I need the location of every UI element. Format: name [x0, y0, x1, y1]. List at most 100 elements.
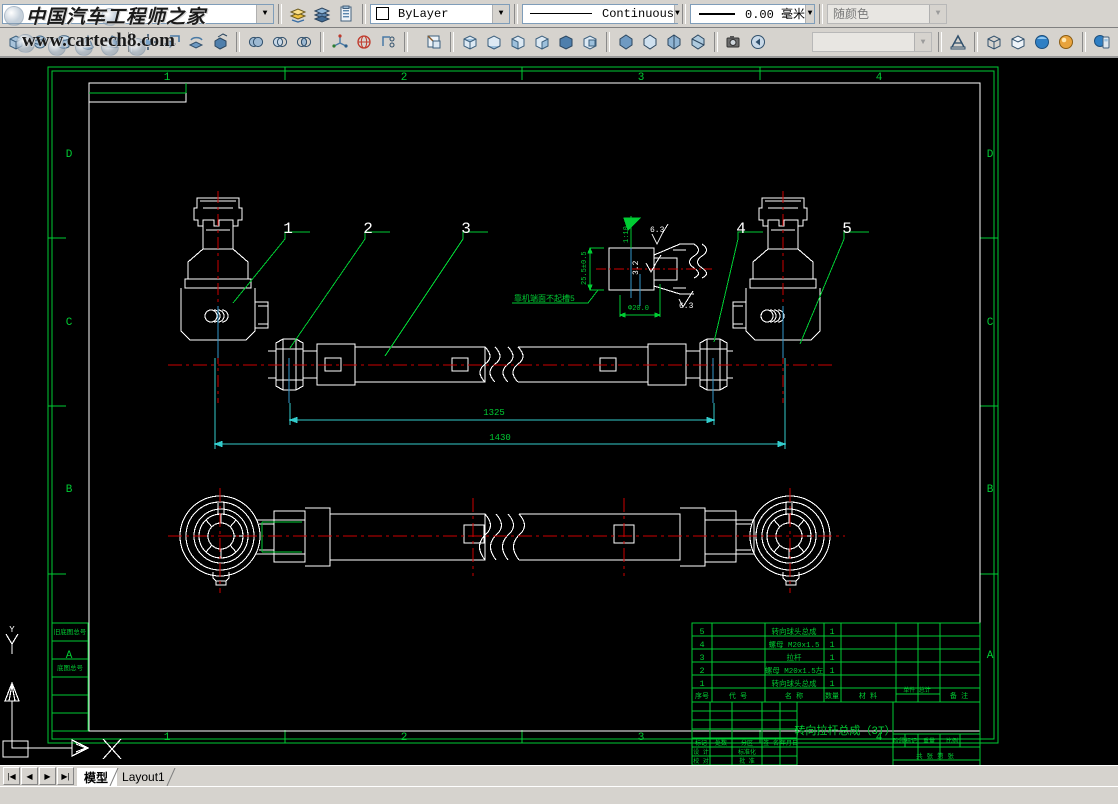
- tb-stage-label: 阶段标记: [893, 737, 917, 745]
- chevron-down-icon[interactable]: ▼: [256, 5, 273, 23]
- back-view-icon[interactable]: [579, 31, 601, 53]
- svg-text:A: A: [987, 650, 994, 662]
- bom-col-header: 代 号: [729, 691, 747, 701]
- toolbar-separator: [514, 4, 518, 24]
- bom-col-header: 序号: [695, 691, 709, 701]
- toolbar-separator: [404, 32, 408, 52]
- bom-col-header: 名 称: [785, 691, 803, 701]
- named-views-icon[interactable]: [423, 31, 445, 53]
- callout-label-4: 4: [736, 220, 746, 238]
- dim-taper: 1:10: [623, 226, 631, 243]
- callout-label-1: 1: [283, 220, 293, 238]
- layer-control-combo[interactable]: ▼: [2, 4, 274, 24]
- drawing-canvas[interactable]: 12 34 12 34 DC BA DC BA: [0, 58, 1118, 765]
- se-iso-icon[interactable]: [639, 31, 661, 53]
- wedge-icon[interactable]: [101, 31, 123, 53]
- toolbar-properties: ▼: [0, 0, 1118, 28]
- tb-sign-label: 设 计: [693, 748, 709, 756]
- 3d-wireframe-icon[interactable]: [983, 31, 1005, 53]
- chevron-down-icon[interactable]: ▼: [929, 5, 946, 23]
- tb-sign-label: 批 准: [739, 757, 755, 765]
- intersect-icon[interactable]: [293, 31, 315, 53]
- right-view-icon[interactable]: [531, 31, 553, 53]
- bottom-view-icon[interactable]: [483, 31, 505, 53]
- tab-model[interactable]: 模型: [77, 768, 117, 786]
- status-bar: [0, 786, 1118, 804]
- lineweight-preview-icon: [699, 13, 735, 15]
- ucs-world-icon[interactable]: [353, 31, 375, 53]
- text-style-icon[interactable]: [947, 31, 969, 53]
- left-margin-table: [52, 623, 88, 731]
- tab-layout1-label: Layout1: [122, 770, 165, 784]
- dim-diameter: Φ20.0: [628, 305, 649, 313]
- layer-color-combo[interactable]: ByLayer ▼: [370, 4, 510, 24]
- sw-iso-icon[interactable]: [615, 31, 637, 53]
- render-icon[interactable]: [1091, 31, 1113, 53]
- top-view-icon[interactable]: [459, 31, 481, 53]
- chevron-down-icon[interactable]: ▼: [674, 5, 680, 23]
- sphere-icon[interactable]: [29, 31, 51, 53]
- toolbar-separator: [362, 4, 366, 24]
- cylinder-icon[interactable]: [53, 31, 75, 53]
- svg-text:D: D: [987, 149, 994, 161]
- last-tab-icon[interactable]: ▶|: [57, 767, 74, 785]
- toolbar-separator: [938, 32, 942, 52]
- bom-row-name: 螺母 M20x1.5: [768, 639, 820, 650]
- linetype-combo[interactable]: Continuous ▼: [522, 4, 678, 24]
- chevron-down-icon[interactable]: ▼: [492, 5, 509, 23]
- left-view-icon[interactable]: [507, 31, 529, 53]
- finish-6-3-bottom: 6.3: [679, 302, 694, 311]
- tab-nav-buttons: |◀ ◀ ▶ ▶|: [3, 767, 75, 785]
- bom-row-name: 拉杆: [787, 652, 802, 663]
- ucs-manage-icon[interactable]: [377, 31, 399, 53]
- box-icon[interactable]: [5, 31, 27, 53]
- ucs-y-axis-label: Y: [9, 625, 15, 635]
- tb-col-label: 分区: [741, 739, 753, 747]
- svg-text:A: A: [66, 650, 73, 662]
- ucs-icon[interactable]: [329, 31, 351, 53]
- toolbar-separator: [128, 32, 132, 52]
- extrude-icon[interactable]: [209, 31, 231, 53]
- bom-row-qty: 1: [829, 627, 834, 637]
- tb-sheet-label: 共 张 第 张: [916, 751, 954, 760]
- left-ball-joint: [181, 198, 268, 340]
- camera-icon[interactable]: [723, 31, 745, 53]
- prev-view-icon[interactable]: [747, 31, 769, 53]
- chevron-down-icon[interactable]: ▼: [805, 5, 814, 23]
- lineweight-value: 0.00 毫米: [740, 5, 805, 22]
- prev-tab-icon[interactable]: ◀: [21, 767, 38, 785]
- bom-col-header: 单件 总计: [903, 686, 931, 694]
- layer-previous-icon[interactable]: [287, 3, 309, 25]
- linetype-preview-icon: [530, 13, 592, 14]
- toolbar-separator: [974, 32, 978, 52]
- bom-row-no: 4: [699, 640, 704, 650]
- zone-labels: 12 34 12 34 DC BA DC BA: [66, 72, 994, 744]
- layout-tab-bar: |◀ ◀ ▶ ▶| 模型 Layout1: [0, 765, 1118, 786]
- 3d-align-icon[interactable]: [137, 31, 159, 53]
- toolbar-separator: [1082, 32, 1086, 52]
- subtract-icon[interactable]: [269, 31, 291, 53]
- next-tab-icon[interactable]: ▶: [39, 767, 56, 785]
- secondary-combo[interactable]: ▼: [812, 32, 932, 52]
- layer-states-icon[interactable]: [335, 3, 357, 25]
- bom-row-qty: 1: [829, 679, 834, 689]
- toolbar-separator: [236, 32, 240, 52]
- flat-shaded-icon[interactable]: [1031, 31, 1053, 53]
- front-view-icon[interactable]: [555, 31, 577, 53]
- nw-iso-icon[interactable]: [687, 31, 709, 53]
- plotstyle-combo[interactable]: 随颜色 ▼: [827, 4, 947, 24]
- layer-properties-icon[interactable]: [311, 3, 333, 25]
- hidden-icon[interactable]: [1007, 31, 1029, 53]
- chevron-down-icon[interactable]: ▼: [914, 33, 931, 51]
- plotstyle-value: 随颜色: [828, 5, 929, 22]
- 3d-rotate-icon[interactable]: [185, 31, 207, 53]
- gouraud-shaded-icon[interactable]: [1055, 31, 1077, 53]
- 3d-move-icon[interactable]: [161, 31, 183, 53]
- union-icon[interactable]: [245, 31, 267, 53]
- lineweight-combo[interactable]: 0.00 毫米 ▼: [690, 4, 815, 24]
- first-tab-icon[interactable]: |◀: [3, 767, 20, 785]
- drawing-title: 转向拉杆总成（3T）: [794, 723, 895, 738]
- ne-iso-icon[interactable]: [663, 31, 685, 53]
- cone-icon[interactable]: [77, 31, 99, 53]
- tab-layout1[interactable]: Layout1: [115, 768, 174, 786]
